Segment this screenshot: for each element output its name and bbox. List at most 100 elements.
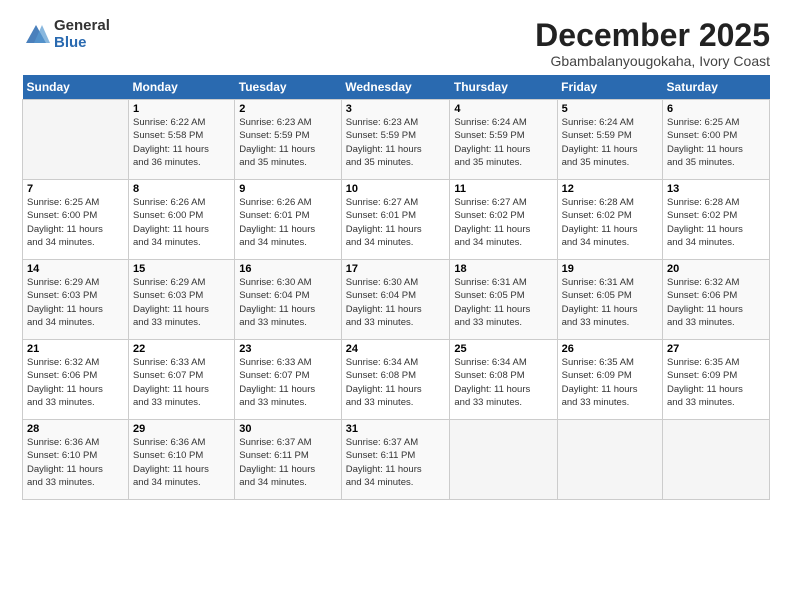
calendar-cell: 3Sunrise: 6:23 AM Sunset: 5:59 PM Daylig…	[341, 100, 450, 180]
day-info: Sunrise: 6:32 AM Sunset: 6:06 PM Dayligh…	[667, 276, 765, 329]
day-number: 30	[239, 423, 337, 435]
day-info: Sunrise: 6:32 AM Sunset: 6:06 PM Dayligh…	[27, 356, 124, 409]
calendar-cell: 25Sunrise: 6:34 AM Sunset: 6:08 PM Dayli…	[450, 340, 557, 420]
day-info: Sunrise: 6:30 AM Sunset: 6:04 PM Dayligh…	[239, 276, 337, 329]
calendar-table: SundayMondayTuesdayWednesdayThursdayFrid…	[22, 75, 770, 500]
title-block: December 2025 Gbambalanyougokaha, Ivory …	[535, 18, 770, 69]
day-info: Sunrise: 6:31 AM Sunset: 6:05 PM Dayligh…	[562, 276, 658, 329]
day-number: 7	[27, 183, 124, 195]
day-number: 13	[667, 183, 765, 195]
day-info: Sunrise: 6:31 AM Sunset: 6:05 PM Dayligh…	[454, 276, 552, 329]
calendar-cell: 15Sunrise: 6:29 AM Sunset: 6:03 PM Dayli…	[129, 260, 235, 340]
logo: General Blue	[22, 18, 110, 51]
calendar-cell	[23, 100, 129, 180]
calendar-cell: 8Sunrise: 6:26 AM Sunset: 6:00 PM Daylig…	[129, 180, 235, 260]
calendar-week-3: 14Sunrise: 6:29 AM Sunset: 6:03 PM Dayli…	[23, 260, 770, 340]
day-info: Sunrise: 6:34 AM Sunset: 6:08 PM Dayligh…	[346, 356, 446, 409]
calendar-header-saturday: Saturday	[663, 75, 770, 100]
calendar-cell: 26Sunrise: 6:35 AM Sunset: 6:09 PM Dayli…	[557, 340, 662, 420]
day-number: 31	[346, 423, 446, 435]
calendar-cell: 2Sunrise: 6:23 AM Sunset: 5:59 PM Daylig…	[235, 100, 342, 180]
day-info: Sunrise: 6:36 AM Sunset: 6:10 PM Dayligh…	[27, 436, 124, 489]
header: General Blue December 2025 Gbambalanyoug…	[22, 18, 770, 69]
logo-blue: Blue	[54, 35, 110, 52]
calendar-cell: 1Sunrise: 6:22 AM Sunset: 5:58 PM Daylig…	[129, 100, 235, 180]
calendar-cell: 9Sunrise: 6:26 AM Sunset: 6:01 PM Daylig…	[235, 180, 342, 260]
day-number: 4	[454, 103, 552, 115]
day-number: 10	[346, 183, 446, 195]
day-number: 5	[562, 103, 658, 115]
calendar-cell: 14Sunrise: 6:29 AM Sunset: 6:03 PM Dayli…	[23, 260, 129, 340]
calendar-cell	[663, 420, 770, 500]
calendar-cell: 4Sunrise: 6:24 AM Sunset: 5:59 PM Daylig…	[450, 100, 557, 180]
day-number: 1	[133, 103, 230, 115]
calendar-week-1: 1Sunrise: 6:22 AM Sunset: 5:58 PM Daylig…	[23, 100, 770, 180]
day-info: Sunrise: 6:27 AM Sunset: 6:01 PM Dayligh…	[346, 196, 446, 249]
day-number: 25	[454, 343, 552, 355]
day-info: Sunrise: 6:28 AM Sunset: 6:02 PM Dayligh…	[667, 196, 765, 249]
calendar-cell: 28Sunrise: 6:36 AM Sunset: 6:10 PM Dayli…	[23, 420, 129, 500]
day-number: 20	[667, 263, 765, 275]
calendar-header-wednesday: Wednesday	[341, 75, 450, 100]
logo-text: General Blue	[54, 18, 110, 51]
day-info: Sunrise: 6:28 AM Sunset: 6:02 PM Dayligh…	[562, 196, 658, 249]
calendar-cell: 17Sunrise: 6:30 AM Sunset: 6:04 PM Dayli…	[341, 260, 450, 340]
logo-icon	[22, 21, 50, 49]
day-number: 23	[239, 343, 337, 355]
day-info: Sunrise: 6:30 AM Sunset: 6:04 PM Dayligh…	[346, 276, 446, 329]
day-number: 2	[239, 103, 337, 115]
calendar-week-2: 7Sunrise: 6:25 AM Sunset: 6:00 PM Daylig…	[23, 180, 770, 260]
day-info: Sunrise: 6:23 AM Sunset: 5:59 PM Dayligh…	[346, 116, 446, 169]
day-number: 12	[562, 183, 658, 195]
day-info: Sunrise: 6:29 AM Sunset: 6:03 PM Dayligh…	[27, 276, 124, 329]
day-info: Sunrise: 6:24 AM Sunset: 5:59 PM Dayligh…	[562, 116, 658, 169]
calendar-header-monday: Monday	[129, 75, 235, 100]
day-number: 6	[667, 103, 765, 115]
day-info: Sunrise: 6:35 AM Sunset: 6:09 PM Dayligh…	[562, 356, 658, 409]
calendar-cell	[557, 420, 662, 500]
day-info: Sunrise: 6:33 AM Sunset: 6:07 PM Dayligh…	[133, 356, 230, 409]
calendar-cell: 16Sunrise: 6:30 AM Sunset: 6:04 PM Dayli…	[235, 260, 342, 340]
calendar-cell: 5Sunrise: 6:24 AM Sunset: 5:59 PM Daylig…	[557, 100, 662, 180]
day-number: 29	[133, 423, 230, 435]
day-info: Sunrise: 6:27 AM Sunset: 6:02 PM Dayligh…	[454, 196, 552, 249]
day-info: Sunrise: 6:26 AM Sunset: 6:01 PM Dayligh…	[239, 196, 337, 249]
calendar-cell: 11Sunrise: 6:27 AM Sunset: 6:02 PM Dayli…	[450, 180, 557, 260]
day-info: Sunrise: 6:25 AM Sunset: 6:00 PM Dayligh…	[667, 116, 765, 169]
day-info: Sunrise: 6:29 AM Sunset: 6:03 PM Dayligh…	[133, 276, 230, 329]
day-number: 9	[239, 183, 337, 195]
calendar-cell: 21Sunrise: 6:32 AM Sunset: 6:06 PM Dayli…	[23, 340, 129, 420]
day-number: 26	[562, 343, 658, 355]
calendar-header-row: SundayMondayTuesdayWednesdayThursdayFrid…	[23, 75, 770, 100]
day-info: Sunrise: 6:24 AM Sunset: 5:59 PM Dayligh…	[454, 116, 552, 169]
day-number: 27	[667, 343, 765, 355]
day-number: 11	[454, 183, 552, 195]
day-number: 16	[239, 263, 337, 275]
day-number: 24	[346, 343, 446, 355]
calendar-page: General Blue December 2025 Gbambalanyoug…	[0, 0, 792, 612]
calendar-cell: 29Sunrise: 6:36 AM Sunset: 6:10 PM Dayli…	[129, 420, 235, 500]
day-info: Sunrise: 6:36 AM Sunset: 6:10 PM Dayligh…	[133, 436, 230, 489]
calendar-cell: 27Sunrise: 6:35 AM Sunset: 6:09 PM Dayli…	[663, 340, 770, 420]
day-info: Sunrise: 6:37 AM Sunset: 6:11 PM Dayligh…	[239, 436, 337, 489]
calendar-cell: 10Sunrise: 6:27 AM Sunset: 6:01 PM Dayli…	[341, 180, 450, 260]
calendar-cell: 12Sunrise: 6:28 AM Sunset: 6:02 PM Dayli…	[557, 180, 662, 260]
day-info: Sunrise: 6:33 AM Sunset: 6:07 PM Dayligh…	[239, 356, 337, 409]
calendar-cell: 6Sunrise: 6:25 AM Sunset: 6:00 PM Daylig…	[663, 100, 770, 180]
calendar-cell: 22Sunrise: 6:33 AM Sunset: 6:07 PM Dayli…	[129, 340, 235, 420]
calendar-cell: 19Sunrise: 6:31 AM Sunset: 6:05 PM Dayli…	[557, 260, 662, 340]
calendar-week-5: 28Sunrise: 6:36 AM Sunset: 6:10 PM Dayli…	[23, 420, 770, 500]
day-number: 18	[454, 263, 552, 275]
calendar-cell: 23Sunrise: 6:33 AM Sunset: 6:07 PM Dayli…	[235, 340, 342, 420]
day-info: Sunrise: 6:23 AM Sunset: 5:59 PM Dayligh…	[239, 116, 337, 169]
day-number: 3	[346, 103, 446, 115]
month-title: December 2025	[535, 18, 770, 53]
day-info: Sunrise: 6:22 AM Sunset: 5:58 PM Dayligh…	[133, 116, 230, 169]
calendar-cell: 18Sunrise: 6:31 AM Sunset: 6:05 PM Dayli…	[450, 260, 557, 340]
calendar-cell: 30Sunrise: 6:37 AM Sunset: 6:11 PM Dayli…	[235, 420, 342, 500]
day-number: 17	[346, 263, 446, 275]
day-info: Sunrise: 6:25 AM Sunset: 6:00 PM Dayligh…	[27, 196, 124, 249]
calendar-cell: 13Sunrise: 6:28 AM Sunset: 6:02 PM Dayli…	[663, 180, 770, 260]
day-info: Sunrise: 6:34 AM Sunset: 6:08 PM Dayligh…	[454, 356, 552, 409]
calendar-header-thursday: Thursday	[450, 75, 557, 100]
